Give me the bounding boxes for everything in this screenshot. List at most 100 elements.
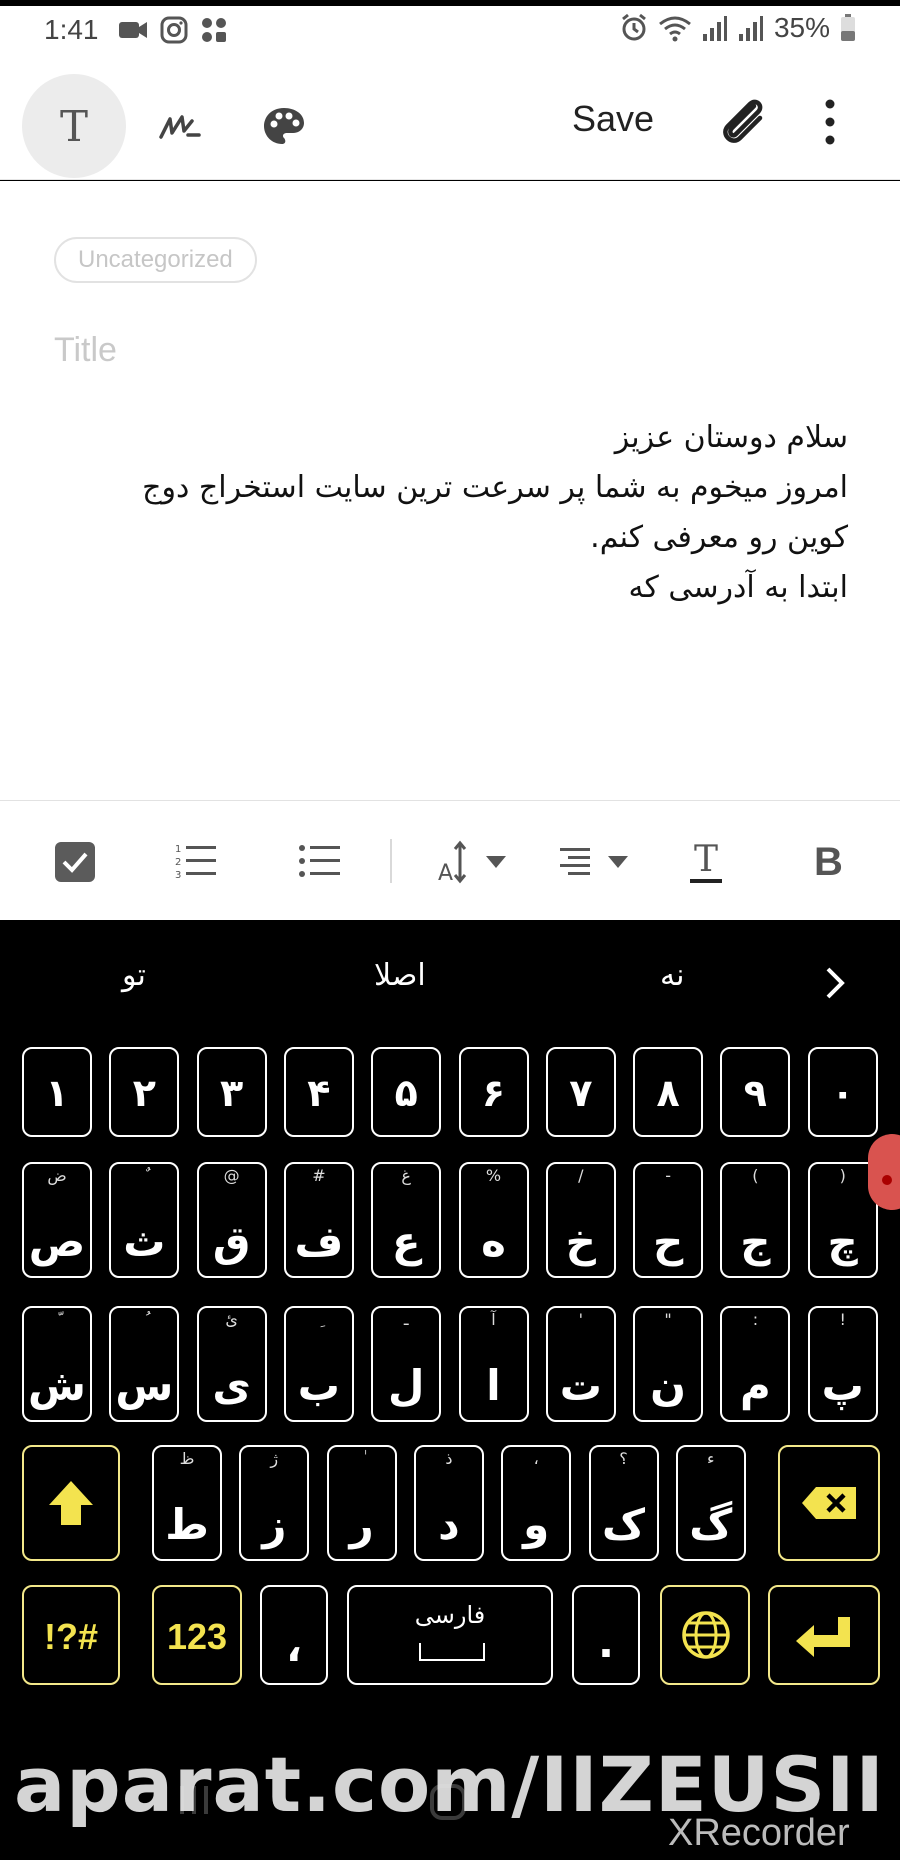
note-body[interactable]: سلام دوستان عزیز امروز میخوم به شما پر س…: [48, 413, 848, 613]
drawing-button[interactable]: [232, 74, 336, 178]
space-key[interactable]: فارسی: [347, 1585, 553, 1685]
number-key[interactable]: ۲: [109, 1047, 180, 1137]
key-label: ب: [297, 1361, 340, 1410]
save-button[interactable]: Save: [572, 98, 654, 140]
key-label: ه: [481, 1217, 506, 1266]
letter-key[interactable]: ضص: [22, 1162, 92, 1278]
format-bar: 1 2 3 A T B: [0, 800, 900, 920]
letter-key[interactable]: ' ت: [545, 1306, 616, 1422]
key-label: چ: [827, 1217, 858, 1266]
font-size-button[interactable]: A: [436, 837, 510, 887]
letter-key[interactable]: ءگ: [675, 1445, 746, 1561]
numbers-key[interactable]: 123: [152, 1585, 242, 1685]
letter-key[interactable]: -ح: [633, 1162, 704, 1278]
number-key[interactable]: ۸: [633, 1047, 704, 1137]
key-hint-label: غ: [401, 1166, 411, 1185]
language-key[interactable]: [660, 1585, 750, 1685]
letter-key[interactable]: ذد: [413, 1445, 484, 1561]
number-key[interactable]: ۵: [371, 1047, 442, 1137]
text-mode-icon: T: [59, 101, 88, 151]
number-key[interactable]: ۹: [720, 1047, 791, 1137]
letter-key[interactable]: ّش: [22, 1306, 92, 1422]
letter-key[interactable]: :م: [720, 1306, 791, 1422]
shift-key[interactable]: [22, 1445, 120, 1561]
letter-key[interactable]: ـل: [371, 1306, 442, 1422]
key-hint-label: ّ: [24, 1310, 90, 1330]
number-key[interactable]: ۶: [458, 1047, 529, 1137]
period-key[interactable]: .: [572, 1585, 640, 1685]
attach-button[interactable]: [714, 92, 774, 156]
key-label: و: [523, 1500, 550, 1549]
suggestion-3[interactable]: نه: [660, 958, 684, 993]
letter-key[interactable]: آا: [458, 1306, 529, 1422]
letter-key[interactable]: غع: [371, 1162, 442, 1278]
key-hint-label: ؟: [619, 1449, 628, 1468]
bold-button[interactable]: B: [814, 837, 843, 887]
letter-key[interactable]: ، و: [501, 1445, 572, 1561]
key-label: گ: [689, 1500, 733, 1549]
key-label: ت: [559, 1361, 602, 1410]
letter-key[interactable]: ِب: [283, 1306, 354, 1422]
key-label: ۶: [481, 1071, 506, 1115]
letter-key[interactable]: / خ: [545, 1162, 616, 1278]
letter-key[interactable]: ٰر: [326, 1445, 397, 1561]
letter-key[interactable]: ژز: [239, 1445, 310, 1561]
key-label: ی: [212, 1361, 251, 1410]
suggestion-expand-button[interactable]: [824, 966, 846, 1004]
letter-key[interactable]: @ ق: [196, 1162, 267, 1278]
text-style-button[interactable]: T: [690, 837, 722, 887]
backspace-key[interactable]: [778, 1445, 880, 1561]
font-size-icon: A: [438, 840, 506, 884]
enter-key[interactable]: [768, 1585, 880, 1685]
suggestion-2[interactable]: اصلا: [374, 958, 426, 993]
key-label: ر: [349, 1500, 374, 1549]
bulleted-list-button[interactable]: [298, 837, 342, 887]
key-hint-label: آ: [491, 1310, 496, 1329]
comma-key[interactable]: ،: [260, 1585, 328, 1685]
checkbox-button[interactable]: [54, 837, 96, 887]
letter-key[interactable]: % ه: [458, 1162, 529, 1278]
video-call-icon: [119, 22, 147, 38]
letter-key[interactable]: ؟ ک: [588, 1445, 659, 1561]
key-label: ل: [387, 1361, 425, 1410]
number-key[interactable]: ۴: [283, 1047, 354, 1137]
letter-key[interactable]: " ن: [633, 1306, 704, 1422]
number-key[interactable]: ۰: [807, 1047, 878, 1137]
key-hint-label: ـ: [403, 1310, 409, 1329]
handwriting-button[interactable]: [128, 74, 232, 178]
number-key[interactable]: ۷: [545, 1047, 616, 1137]
number-key[interactable]: ۳: [196, 1047, 267, 1137]
key-hint-label: ): [839, 1166, 846, 1185]
note-body-line: ابتدا به آدرسی که: [628, 570, 848, 605]
numbered-list-button[interactable]: 1 2 3: [174, 837, 218, 887]
letter-key[interactable]: ئی: [196, 1306, 267, 1422]
floating-recorder-bubble[interactable]: [868, 1134, 900, 1210]
category-chip[interactable]: Uncategorized: [54, 237, 257, 283]
chevron-right-icon: [826, 967, 845, 999]
letter-key[interactable]: # ف: [283, 1162, 354, 1278]
space-icon: [419, 1643, 485, 1661]
status-bar: 1:41 35%: [0, 0, 900, 60]
align-button[interactable]: [558, 837, 634, 887]
key-label: خ: [565, 1217, 596, 1266]
symbols-key-label: !?#: [44, 1616, 98, 1657]
status-time: 1:41: [44, 14, 99, 45]
letter-key[interactable]: ظط: [152, 1445, 222, 1561]
suggestion-1[interactable]: تو: [122, 958, 146, 993]
text-mode-button[interactable]: T: [22, 74, 126, 178]
more-options-button[interactable]: [810, 94, 850, 150]
symbols-key[interactable]: !?#: [22, 1585, 120, 1685]
letter-key[interactable]: (ج: [720, 1162, 791, 1278]
letter-key[interactable]: ُس: [109, 1306, 180, 1422]
wifi-icon: [659, 16, 691, 42]
key-hint-label: #: [312, 1166, 326, 1185]
numbered-list-icon: 1 2 3: [175, 844, 216, 881]
key-label: ۷: [569, 1071, 593, 1115]
status-right: 35%: [620, 12, 856, 44]
letter-key[interactable]: ٌث: [109, 1162, 180, 1278]
letter-key[interactable]: ! پ: [807, 1306, 878, 1422]
number-key[interactable]: ۱: [22, 1047, 92, 1137]
title-input[interactable]: Title: [54, 331, 117, 370]
key-hint-label: ': [578, 1310, 583, 1329]
key-label: ا: [486, 1361, 501, 1410]
